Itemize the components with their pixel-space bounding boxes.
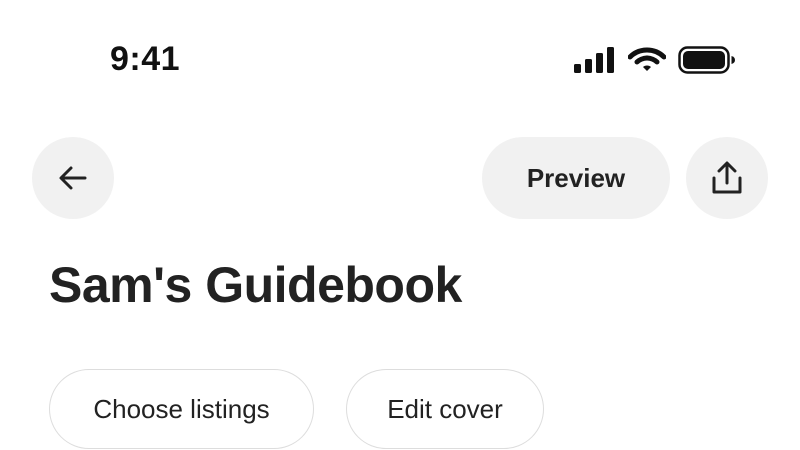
edit-cover-button[interactable]: Edit cover xyxy=(346,369,544,449)
share-icon xyxy=(712,161,742,194)
page-title: Sam's Guidebook xyxy=(49,257,462,313)
status-time: 9:41 xyxy=(110,40,181,78)
battery-icon xyxy=(678,46,735,74)
share-button[interactable] xyxy=(686,137,768,219)
preview-button[interactable]: Preview xyxy=(482,137,670,219)
arrow-left-icon xyxy=(59,166,87,190)
choose-listings-button[interactable]: Choose listings xyxy=(49,369,314,449)
signal-icon xyxy=(574,47,614,73)
back-button[interactable] xyxy=(32,137,114,219)
guidebook-screen: 9:41 Preview Sam's Guidebook Choose list… xyxy=(0,0,800,450)
wifi-icon xyxy=(628,47,666,71)
